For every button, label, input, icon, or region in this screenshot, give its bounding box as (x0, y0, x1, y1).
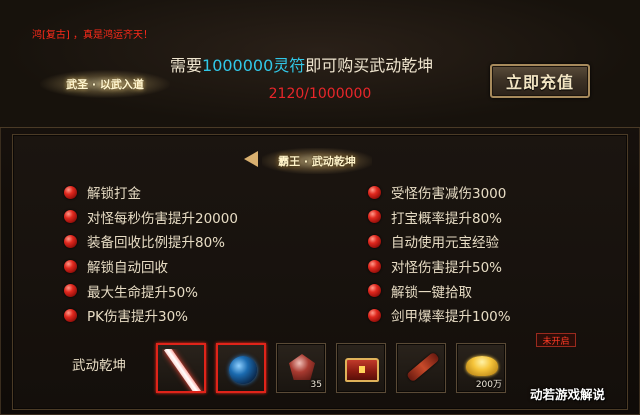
red-bullet-icon (368, 308, 381, 322)
perk-list-left: 解锁打金 对怪每秒伤害提升20000 装备回收比例提升80% 解锁自动回收 最大… (64, 180, 324, 328)
privilege-title-label: 霸王 · 武动乾坤 (278, 155, 356, 168)
perk-label: 剑甲爆率提升100% (391, 309, 511, 326)
gem-icon (289, 354, 315, 380)
reward-slot-gem[interactable]: 35 (276, 343, 326, 393)
red-bullet-icon (64, 234, 77, 248)
scroll-icon (405, 351, 441, 383)
chest-icon (345, 358, 379, 382)
perk-item: 剑甲爆率提升100% (368, 303, 628, 328)
purchase-suffix: 即可购买武动乾坤 (305, 56, 434, 75)
perk-item: 自动使用元宝经验 (368, 229, 628, 254)
red-bullet-icon (368, 185, 381, 199)
reward-slot-chest[interactable] (336, 343, 386, 393)
perk-list-right: 受怪伤害减伤3000 打宝概率提升80% 自动使用元宝经验 对怪伤害提升50% … (368, 180, 628, 328)
perk-label: 自动使用元宝经验 (391, 235, 499, 252)
perk-item: 对怪伤害提升50% (368, 254, 628, 279)
purchase-header: 鸿[复古] ，真是鸿运齐天！ 武圣 · 以武入道 需要1000000灵符即可购买… (0, 0, 640, 128)
perk-label: 解锁自动回收 (87, 260, 168, 277)
orb-icon (229, 356, 257, 384)
red-bullet-icon (64, 210, 77, 224)
perk-item: 装备回收比例提升80% (64, 229, 324, 254)
currency-progress: 2120/1000000 (268, 86, 372, 102)
perk-item: 解锁打金 (64, 180, 324, 205)
red-bullet-icon (64, 284, 77, 298)
purchase-prefix: 需要 (170, 56, 203, 75)
reward-row-label: 武动乾坤 (72, 358, 126, 374)
reward-slot-scroll[interactable] (396, 343, 446, 393)
perk-label: 解锁一键拾取 (391, 284, 472, 301)
perk-label: 解锁打金 (87, 186, 141, 203)
perk-item: 对怪每秒伤害提升20000 (64, 205, 324, 230)
purchase-amount: 1000000灵符 (202, 56, 306, 75)
perk-label: 最大生命提升50% (87, 284, 199, 301)
perk-label: 装备回收比例提升80% (87, 235, 226, 252)
perk-item: 打宝概率提升80% (368, 205, 628, 230)
perk-item: 最大生命提升50% (64, 278, 324, 303)
item-quantity: 200万 (475, 380, 502, 390)
reward-slot-gold[interactable]: 200万 (456, 343, 506, 393)
item-quantity: 35 (310, 380, 322, 390)
marquee-text: 鸿[复古] ，真是鸿运齐天！ (32, 30, 153, 41)
red-bullet-icon (368, 259, 381, 273)
sword-icon (162, 349, 204, 391)
perk-label: PK伤害提升30% (87, 309, 188, 326)
red-bullet-icon (64, 259, 77, 273)
watermark-text: 动若游戏解说 (530, 387, 606, 402)
realm-badge: 武圣 · 以武入道 (40, 68, 170, 100)
realm-badge-label: 武圣 · 以武入道 (66, 78, 144, 91)
perk-label: 对怪伤害提升50% (391, 260, 503, 277)
red-bullet-icon (64, 308, 77, 322)
red-bullet-icon (368, 210, 381, 224)
recharge-button[interactable]: 立即充值 (490, 64, 590, 98)
perk-item: 解锁自动回收 (64, 254, 324, 279)
red-bullet-icon (368, 234, 381, 248)
perk-label: 打宝概率提升80% (391, 210, 503, 227)
perk-item: 受怪伤害减伤3000 (368, 180, 628, 205)
perk-label: 对怪每秒伤害提升20000 (87, 210, 238, 227)
red-bullet-icon (368, 284, 381, 298)
gold-ingot-icon (466, 356, 498, 376)
red-bullet-icon (64, 185, 77, 199)
back-arrow-icon[interactable] (244, 151, 258, 167)
perk-item: PK伤害提升30% (64, 303, 324, 328)
status-badge: 未开启 (536, 333, 576, 347)
reward-slot-sword[interactable] (156, 343, 206, 393)
perk-label: 受怪伤害减伤3000 (391, 186, 507, 203)
perk-item: 解锁一键拾取 (368, 278, 628, 303)
reward-slot-orb[interactable] (216, 343, 266, 393)
privilege-title: 霸王 · 武动乾坤 (262, 148, 372, 174)
purchase-requirement: 需要1000000灵符即可购买武动乾坤 (170, 52, 450, 75)
